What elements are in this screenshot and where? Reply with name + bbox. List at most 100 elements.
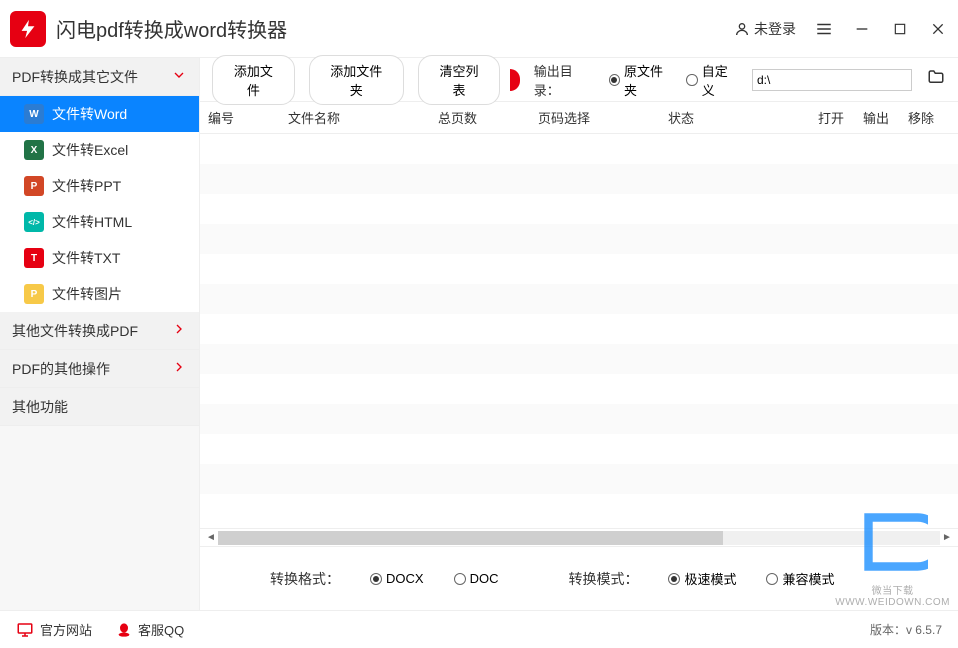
separator (510, 69, 519, 91)
table-header: 编号 文件名称 总页数 页码选择 状态 打开 输出 移除 (200, 102, 958, 134)
table-row (200, 404, 958, 434)
table-row (200, 344, 958, 374)
table-row (200, 434, 958, 464)
sidebar-item-label: 文件转Excel (52, 140, 128, 160)
link-label: 客服QQ (138, 620, 184, 639)
sidebar-item-label: 文件转TXT (52, 248, 120, 268)
table-row (200, 164, 958, 194)
chevron-down-icon (171, 67, 187, 86)
word-icon: W (24, 104, 44, 124)
lightning-icon (17, 18, 39, 40)
table-row (200, 134, 958, 164)
th-filename: 文件名称 (288, 108, 438, 127)
menu-icon (815, 20, 833, 38)
minimize-button[interactable] (852, 19, 872, 39)
table-row (200, 464, 958, 494)
radio-format-doc[interactable]: DOC (454, 571, 499, 586)
qq-icon (116, 621, 132, 639)
close-icon (930, 21, 946, 37)
scroll-right-button[interactable]: ► (940, 532, 954, 543)
sidebar-group-pdf-other-ops[interactable]: PDF的其他操作 (0, 350, 199, 388)
sidebar: PDF转换成其它文件 W 文件转Word X 文件转Excel P 文件转PPT… (0, 58, 200, 610)
sidebar-group-other-to-pdf[interactable]: 其他文件转换成PDF (0, 312, 199, 350)
radio-original-folder[interactable]: 原文件夹 (609, 61, 673, 99)
add-folder-button[interactable]: 添加文件夹 (309, 55, 404, 105)
scrollbar-track[interactable] (218, 531, 940, 545)
horizontal-scrollbar[interactable]: ◄ ► (200, 528, 958, 546)
radio-mode-fast[interactable]: 极速模式 (668, 569, 736, 588)
radio-icon (454, 573, 466, 585)
maximize-button[interactable] (890, 19, 910, 39)
output-path-input[interactable] (752, 69, 912, 91)
table-row (200, 374, 958, 404)
chevron-right-icon (171, 359, 187, 378)
table-row (200, 224, 958, 254)
sidebar-item-html[interactable]: </> 文件转HTML (0, 204, 199, 240)
user-icon (734, 21, 750, 37)
options-bar: 转换格式： DOCX DOC 转换模式： 极速模式 兼容模式 (200, 546, 958, 610)
sidebar-item-excel[interactable]: X 文件转Excel (0, 132, 199, 168)
table-row (200, 494, 958, 524)
html-icon: </> (24, 212, 44, 232)
th-output: 输出 (863, 108, 908, 127)
radio-format-docx[interactable]: DOCX (370, 571, 424, 586)
radio-label: 原文件夹 (624, 61, 672, 99)
scroll-left-button[interactable]: ◄ (204, 532, 218, 543)
table-row (200, 284, 958, 314)
radio-label: 兼容模式 (782, 569, 834, 588)
th-pages: 总页数 (438, 108, 538, 127)
radio-label: 极速模式 (684, 569, 736, 588)
table-row (200, 194, 958, 224)
login-button[interactable]: 未登录 (734, 19, 796, 39)
sidebar-group-label: 其他文件转换成PDF (12, 321, 138, 341)
sidebar-group-label: PDF的其他操作 (12, 359, 110, 379)
sidebar-group-pdf-to-other[interactable]: PDF转换成其它文件 (0, 58, 199, 96)
sidebar-group-label: PDF转换成其它文件 (12, 67, 138, 87)
footer: 官方网站 客服QQ 版本：v 6.5.7 (0, 610, 958, 648)
format-label: 转换格式： (270, 569, 340, 589)
radio-mode-compat[interactable]: 兼容模式 (766, 569, 834, 588)
version-label: 版本：v 6.5.7 (870, 621, 942, 638)
sidebar-item-ppt[interactable]: P 文件转PPT (0, 168, 199, 204)
ppt-icon: P (24, 176, 44, 196)
monitor-icon (16, 621, 34, 639)
th-index: 编号 (208, 108, 288, 127)
sidebar-item-word[interactable]: W 文件转Word (0, 96, 199, 132)
radio-icon (766, 573, 778, 585)
radio-icon (370, 573, 382, 585)
app-logo (10, 11, 46, 47)
sidebar-item-image[interactable]: P 文件转图片 (0, 276, 199, 312)
official-site-link[interactable]: 官方网站 (16, 620, 92, 639)
link-label: 官方网站 (40, 620, 92, 639)
sidebar-item-label: 文件转PPT (52, 176, 121, 196)
main-panel: 添加文件 添加文件夹 清空列表 输出目录： 原文件夹 自定义 编号 文件名称 总… (200, 58, 958, 610)
output-dir-label: 输出目录： (534, 61, 595, 99)
customer-qq-link[interactable]: 客服QQ (116, 620, 184, 639)
mode-label: 转换模式： (568, 569, 638, 589)
radio-icon (668, 573, 680, 585)
radio-label: DOCX (386, 571, 424, 586)
maximize-icon (893, 22, 907, 36)
login-label: 未登录 (754, 19, 796, 39)
radio-custom-folder[interactable]: 自定义 (686, 61, 738, 99)
table-body (200, 134, 958, 528)
sidebar-item-label: 文件转Word (52, 104, 127, 124)
scrollbar-thumb[interactable] (218, 531, 723, 545)
excel-icon: X (24, 140, 44, 160)
menu-button[interactable] (814, 19, 834, 39)
th-remove: 移除 (908, 108, 948, 127)
minimize-icon (854, 21, 870, 37)
add-file-button[interactable]: 添加文件 (212, 55, 295, 105)
radio-icon (609, 74, 620, 86)
txt-icon: T (24, 248, 44, 268)
browse-folder-button[interactable] (926, 68, 946, 91)
clear-list-button[interactable]: 清空列表 (418, 55, 501, 105)
sidebar-item-txt[interactable]: T 文件转TXT (0, 240, 199, 276)
radio-label: DOC (470, 571, 499, 586)
toolbar: 添加文件 添加文件夹 清空列表 输出目录： 原文件夹 自定义 (200, 58, 958, 102)
sidebar-group-other-functions[interactable]: 其他功能 (0, 388, 199, 426)
table-row (200, 314, 958, 344)
radio-label: 自定义 (702, 61, 738, 99)
close-button[interactable] (928, 19, 948, 39)
folder-icon (926, 68, 946, 86)
